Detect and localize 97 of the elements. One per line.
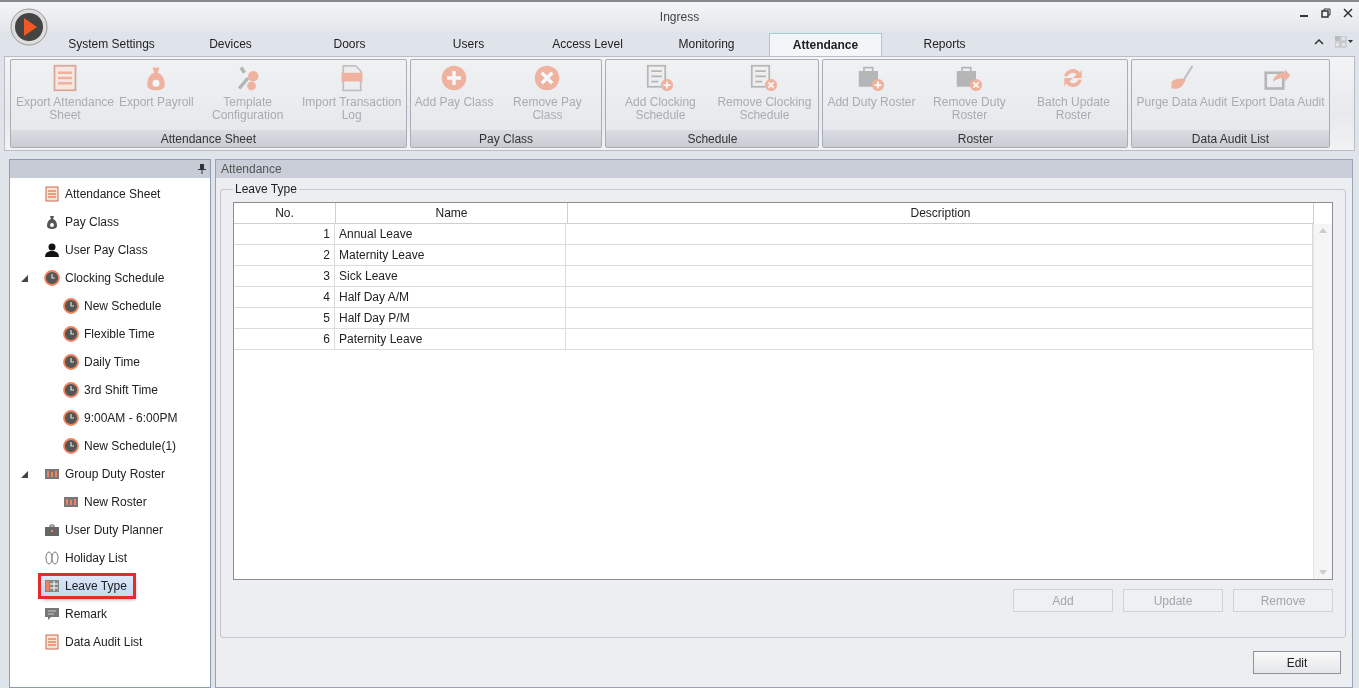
group-label: Attendance Sheet [11, 130, 406, 147]
group-label: Pay Class [410, 130, 602, 147]
clock-icon [63, 438, 79, 454]
expander-icon[interactable] [20, 469, 29, 479]
item-label: Daily Time [84, 355, 140, 369]
sheet-icon [51, 64, 79, 92]
item-label: Remark [65, 607, 107, 621]
group-title: Leave Type [234, 182, 298, 196]
pin-icon[interactable] [198, 164, 206, 174]
column-header[interactable]: Name [336, 203, 568, 223]
tree-item[interactable]: Daily Time [60, 352, 146, 372]
item-label: User Pay Class [65, 243, 148, 257]
clock-icon [63, 354, 79, 370]
item-label: Group Duty Roster [65, 467, 166, 481]
table-cell: Half Day A/M [335, 287, 566, 307]
item-label: New Roster [84, 495, 147, 509]
tree-item[interactable]: Data Audit List [41, 632, 149, 652]
layout-menu-icon[interactable] [1335, 36, 1353, 48]
item-label: Pay Class [65, 215, 120, 229]
item-label: Flexible Time [84, 327, 155, 341]
document-add-icon [646, 64, 675, 92]
tree-item[interactable]: New Schedule(1) [60, 436, 183, 456]
tree-item[interactable]: Pay Class [41, 212, 126, 232]
user-icon [44, 242, 60, 258]
item-label: Clocking Schedule [65, 271, 165, 285]
edit-button[interactable]: Edit [1253, 651, 1341, 674]
item-label: New Schedule [84, 299, 162, 313]
tree-item[interactable]: User Pay Class [41, 240, 154, 260]
clock-icon [44, 270, 60, 286]
item-label: Data Audit List [65, 635, 143, 649]
clock-icon [63, 298, 79, 314]
sandals-icon [44, 550, 60, 566]
tree-item[interactable]: 3rd Shift Time [60, 380, 165, 400]
briefcase-icon [44, 522, 60, 538]
roster-icon [63, 494, 79, 510]
tree-item[interactable]: Holiday List [41, 548, 134, 568]
comment-icon [44, 606, 60, 622]
sheet-icon [44, 634, 60, 650]
window-title: Ingress [659, 10, 700, 24]
table-cell: 4 [234, 287, 335, 307]
briefcase-add-icon [857, 64, 886, 92]
roster-icon [44, 466, 60, 482]
tree-item[interactable]: New Roster [60, 492, 153, 512]
restore-icon[interactable] [1321, 8, 1331, 18]
table-cell: 2 [234, 245, 335, 265]
clock-icon [63, 326, 79, 342]
ribbon-tab[interactable]: Doors [293, 32, 406, 56]
table-cell: 5 [234, 308, 335, 328]
clock-icon [63, 382, 79, 398]
item-label: Holiday List [65, 551, 128, 565]
clock-icon [63, 410, 79, 426]
table-cell: Annual Leave [335, 224, 566, 244]
briefcase-remove-icon [955, 64, 984, 92]
table-cell: Half Day P/M [335, 308, 566, 328]
tree-item[interactable]: 9:00AM - 6:00PM [60, 408, 184, 428]
sheet-icon [44, 186, 60, 202]
money-bag-icon [44, 214, 60, 230]
ribbon-tab[interactable]: System Settings [55, 32, 168, 56]
tree-item[interactable]: New Schedule [60, 296, 168, 316]
document-remove-icon [750, 64, 779, 92]
group-label: Roster [823, 130, 1128, 147]
group-label: Data Audit List [1132, 130, 1329, 147]
item-label: Attendance Sheet [65, 187, 161, 201]
tree-item[interactable]: Attendance Sheet [41, 184, 167, 204]
table-grid-icon [44, 578, 60, 594]
item-label: 9:00AM - 6:00PM [84, 411, 178, 425]
ribbon-tab[interactable]: Monitoring [650, 32, 763, 56]
remove-icon [533, 64, 562, 92]
tree-item[interactable]: Flexible Time [60, 324, 161, 344]
expander-icon[interactable] [20, 273, 29, 283]
ribbon-tab[interactable]: Users [412, 32, 525, 56]
tree-item[interactable]: Group Duty Roster [41, 464, 172, 484]
item-label: New Schedule(1) [84, 439, 177, 453]
table-cell: 3 [234, 266, 335, 286]
tree-item[interactable]: Clocking Schedule [41, 268, 171, 288]
ribbon-tab[interactable]: Devices [174, 32, 287, 56]
item-label: 3rd Shift Time [84, 383, 159, 397]
item-label: User Duty Planner [65, 523, 164, 537]
ribbon-tab[interactable]: Attendance [769, 33, 882, 56]
panel-title: Attendance [216, 160, 1352, 178]
group-label: Schedule [606, 130, 819, 147]
ribbon-tab[interactable]: Access Level [531, 32, 644, 56]
app-logo[interactable] [10, 8, 48, 46]
table-cell: Sick Leave [335, 266, 566, 286]
tree-item[interactable]: Remark [41, 604, 113, 624]
column-header[interactable]: No. [234, 203, 336, 223]
tree-item[interactable]: User Duty Planner [41, 520, 170, 540]
ribbon-tab[interactable]: Reports [888, 32, 1001, 56]
close-icon[interactable] [1343, 8, 1353, 18]
table-cell: 6 [234, 329, 335, 349]
column-header[interactable]: Description [568, 203, 1314, 223]
table-cell: Paternity Leave [335, 329, 566, 349]
plus-icon [440, 64, 469, 92]
item-label: Leave Type [65, 579, 127, 593]
tree-item[interactable]: Leave Type [41, 576, 133, 596]
table-cell: 1 [234, 224, 335, 244]
table-cell: Maternity Leave [335, 245, 566, 265]
